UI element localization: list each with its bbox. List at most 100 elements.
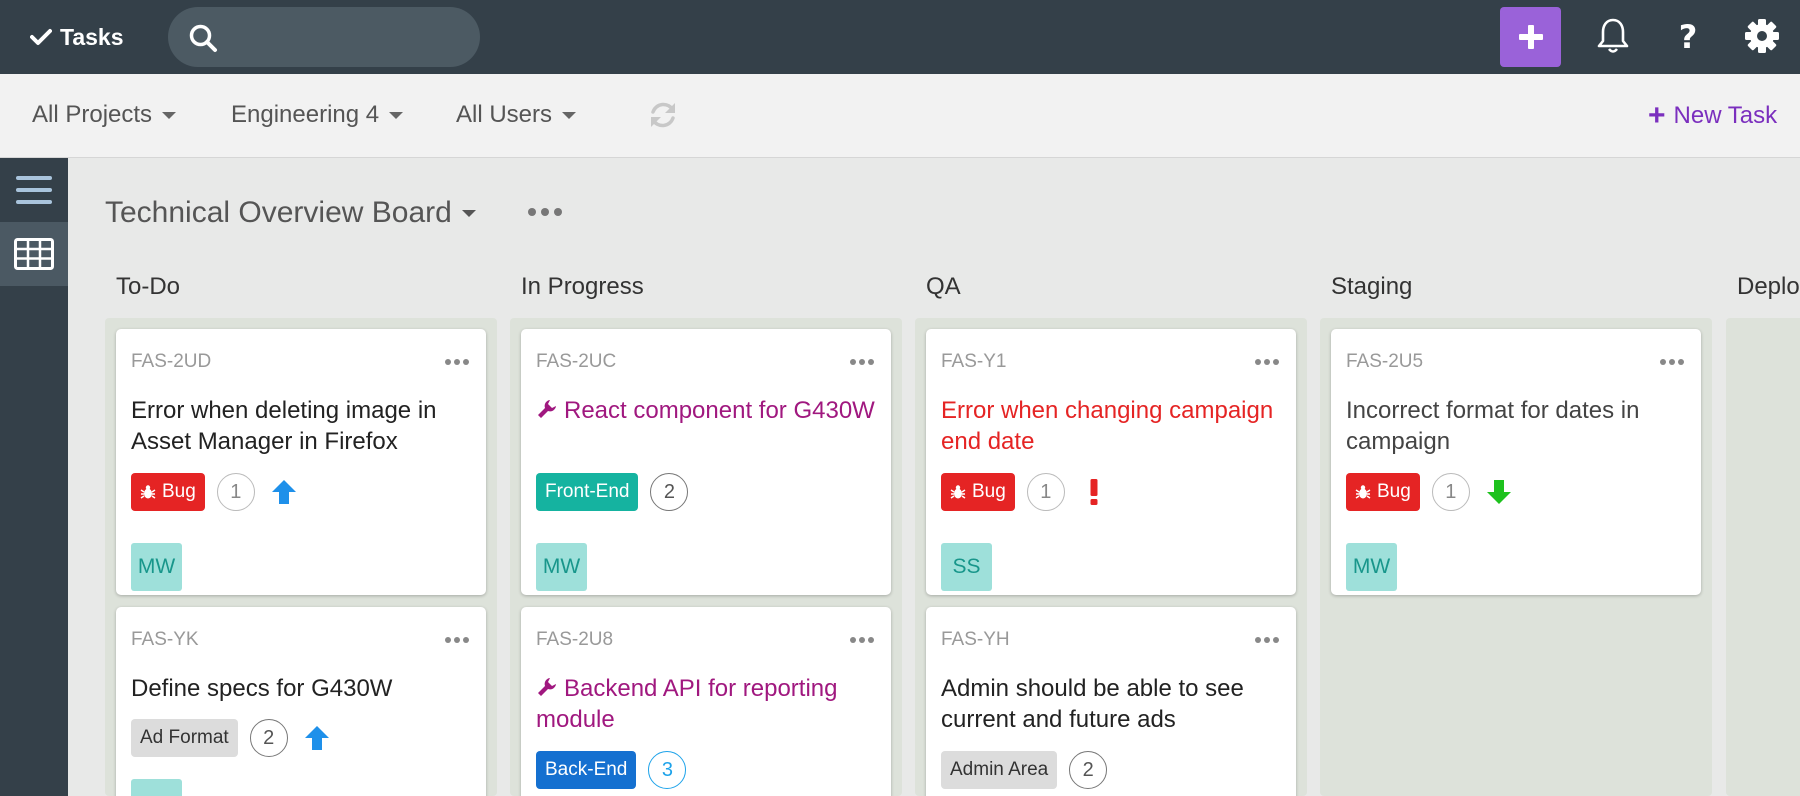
chevron-down-icon	[461, 209, 476, 217]
bug-icon	[1355, 485, 1371, 499]
task-card[interactable]: FAS-Y1 Error when changing campaign end …	[926, 329, 1296, 595]
card-more-menu-icon[interactable]	[1660, 359, 1684, 365]
count-badge: 3	[648, 751, 687, 789]
column-header-qa: QA	[926, 273, 961, 300]
tag-label: Back-End	[545, 759, 628, 780]
count-badge: 1	[1026, 473, 1065, 511]
sidebar-board-view[interactable]	[0, 222, 68, 286]
tag-badge[interactable]: Back-End	[536, 751, 637, 789]
bug-icon	[140, 485, 156, 499]
users-filter-dropdown[interactable]: All Users	[456, 99, 577, 131]
count-badge: 2	[249, 719, 288, 757]
settings-gear-icon[interactable]	[1742, 16, 1782, 56]
task-card[interactable]: FAS-2U8 Backend API for reporting module…	[521, 607, 891, 796]
priority-low-arrow-down-icon	[1482, 475, 1516, 509]
task-title: Admin should be able to see current and …	[941, 675, 1244, 733]
bug-icon	[950, 485, 966, 499]
team-filter-dropdown[interactable]: Engineering 4	[231, 99, 404, 131]
help-icon[interactable]: ?	[1668, 16, 1708, 56]
new-task-button[interactable]: + New Task	[1648, 100, 1777, 132]
assignee-avatar[interactable]	[131, 779, 182, 796]
chevron-down-icon	[389, 111, 404, 119]
task-meta: Admin Area 2	[941, 751, 1108, 789]
task-id: FAS-YK	[131, 629, 199, 650]
users-filter-label: All Users	[456, 101, 553, 128]
menu-list-icon	[16, 176, 52, 204]
task-card[interactable]: FAS-2U5 Incorrect format for dates in ca…	[1331, 329, 1701, 595]
project-filter-dropdown[interactable]: All Projects	[32, 99, 177, 131]
chevron-down-icon	[162, 111, 177, 119]
tag-label: Bug	[162, 481, 196, 502]
tag-label: Bug	[1377, 481, 1411, 502]
task-id: FAS-2U8	[536, 629, 614, 650]
tag-label: Bug	[972, 481, 1006, 502]
task-title: Error when changing campaign end date	[941, 397, 1274, 455]
project-filter-label: All Projects	[32, 101, 153, 128]
tag-badge[interactable]: Admin Area	[941, 751, 1058, 789]
task-id: FAS-Y1	[941, 351, 1007, 372]
app-brand[interactable]: Tasks	[30, 22, 124, 52]
board-title-dropdown[interactable]: Technical Overview Board	[105, 193, 476, 233]
notifications-bell-icon[interactable]	[1593, 16, 1633, 56]
tag-badge[interactable]: Bug	[941, 473, 1015, 511]
board-title: Technical Overview Board	[105, 196, 452, 229]
task-meta: Bug 1	[131, 473, 301, 511]
search-box[interactable]	[168, 7, 480, 67]
task-card[interactable]: FAS-YH Admin should be able to see curre…	[926, 607, 1296, 796]
priority-high-arrow-up-icon	[300, 721, 334, 755]
task-id: FAS-YH	[941, 629, 1010, 650]
search-input[interactable]	[230, 19, 460, 55]
tag-badge[interactable]: Bug	[131, 473, 205, 511]
new-task-label: New Task	[1673, 102, 1778, 129]
refresh-icon[interactable]	[647, 99, 679, 131]
assignee-avatar[interactable]: MW	[1346, 543, 1397, 591]
card-more-menu-icon[interactable]	[1255, 637, 1279, 643]
column-deploy	[1726, 318, 1800, 796]
chevron-down-icon	[562, 111, 577, 119]
task-meta: Bug 1	[1346, 473, 1516, 511]
tag-label: Admin Area	[950, 759, 1049, 780]
task-id: FAS-2U5	[1346, 351, 1424, 372]
task-card[interactable]: FAS-2UC React component for G430W Front-…	[521, 329, 891, 595]
count-badge: 1	[1431, 473, 1470, 511]
task-meta: Front-End 2	[536, 473, 689, 511]
card-more-menu-icon[interactable]	[1255, 359, 1279, 365]
wrench-icon	[538, 678, 556, 696]
assignee-avatar[interactable]: SS	[941, 543, 992, 591]
column-header-in-progress: In Progress	[521, 273, 644, 300]
card-more-menu-icon[interactable]	[445, 637, 469, 643]
task-id: FAS-2UC	[536, 351, 617, 372]
plus-icon	[1518, 25, 1543, 49]
sidebar-list-view[interactable]	[0, 158, 68, 222]
tag-badge[interactable]: Bug	[1346, 473, 1420, 511]
task-title: React component for G430W	[564, 397, 875, 424]
tag-badge[interactable]: Front-End	[536, 473, 639, 511]
tag-label: Front-End	[545, 481, 630, 502]
assignee-avatar[interactable]: MW	[131, 543, 182, 591]
assignee-avatar[interactable]: MW	[536, 543, 587, 591]
tag-badge[interactable]: Ad Format	[131, 719, 238, 757]
add-button[interactable]	[1500, 7, 1561, 67]
top-navigation-bar: Tasks ?	[0, 0, 1800, 74]
column-header-todo: To-Do	[116, 273, 181, 300]
count-badge: 1	[216, 473, 255, 511]
task-meta: Ad Format 2	[131, 719, 334, 757]
team-filter-label: Engineering 4	[231, 101, 380, 128]
task-id: FAS-2UD	[131, 351, 212, 372]
priority-urgent-exclamation-icon	[1077, 475, 1111, 509]
card-more-menu-icon[interactable]	[850, 637, 874, 643]
task-meta: Back-End 3	[536, 751, 687, 789]
svg-text:?: ?	[1679, 19, 1698, 53]
task-card[interactable]: FAS-YK Define specs for G430W Ad Format …	[116, 607, 486, 796]
task-title: Backend API for reporting module	[536, 675, 838, 733]
board-more-menu-icon[interactable]	[528, 205, 562, 219]
task-title-wrapper: React component for G430W	[536, 395, 876, 426]
column-header-deploy: Deplo	[1737, 273, 1800, 300]
card-more-menu-icon[interactable]	[850, 359, 874, 365]
plus-icon: +	[1648, 99, 1666, 132]
task-card[interactable]: FAS-2UD Error when deleting image in Ass…	[116, 329, 486, 595]
card-more-menu-icon[interactable]	[445, 359, 469, 365]
app-name: Tasks	[60, 23, 124, 50]
task-title: Define specs for G430W	[131, 675, 393, 702]
wrench-icon	[538, 400, 556, 418]
